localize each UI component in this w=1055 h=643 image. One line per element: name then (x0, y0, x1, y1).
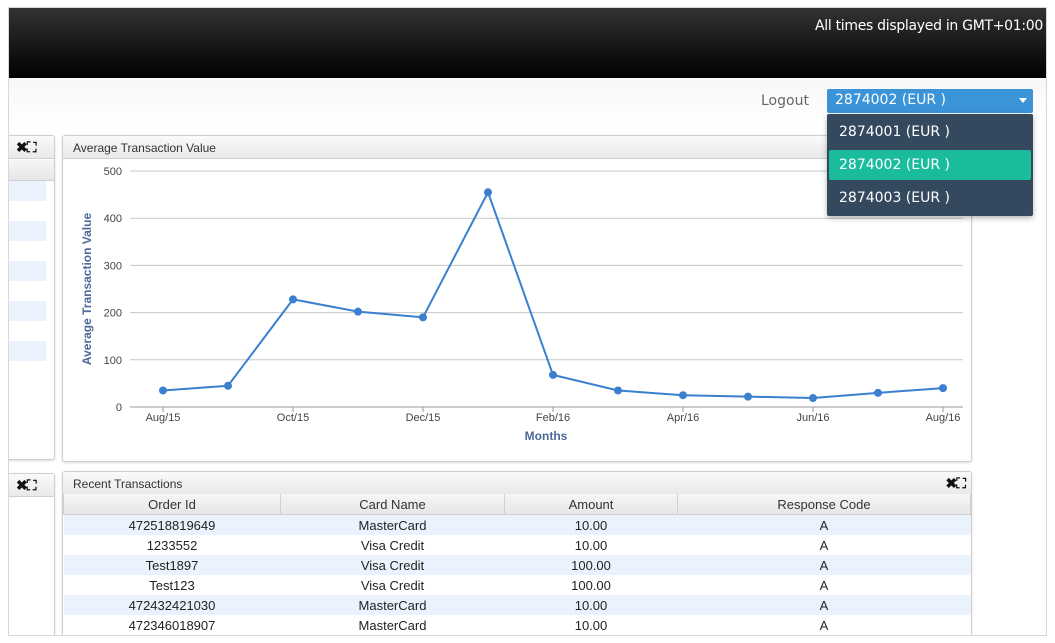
table-row[interactable]: Test1897 Visa Credit 100.00 A (63, 555, 971, 575)
x-tick-label: Aug/16 (926, 412, 961, 424)
x-tick-label: Jun/16 (796, 412, 829, 424)
table-row[interactable]: 472432421030 MasterCard 10.00 A (63, 595, 971, 615)
app-window: All times displayed in GMT+01:00 Logout … (9, 8, 1046, 635)
account-select-value: 2874002 (EUR ) (835, 92, 946, 108)
x-tick-label: Feb/16 (536, 412, 570, 424)
top-header-bar: All times displayed in GMT+01:00 (9, 8, 1046, 78)
cell-order-id: 472518819649 (63, 514, 281, 535)
left-panel-bottom-header: ✖⛶ (9, 474, 54, 497)
cell-card-name: Visa Credit (280, 575, 505, 595)
cell-response-code: A (677, 595, 971, 615)
account-option-2874001[interactable]: 2874001 (EUR ) (829, 117, 1031, 147)
table-row[interactable]: 472346018907 MasterCard 10.00 A (63, 615, 971, 635)
cell-response-code: A (677, 514, 971, 535)
column-header-order-id[interactable]: Order Id (63, 494, 281, 515)
cell-amount: 10.00 (504, 615, 678, 635)
cell-card-name: MasterCard (280, 615, 505, 635)
y-tick-label: 0 (116, 402, 122, 414)
x-tick-label: Apr/16 (667, 412, 699, 424)
account-option-2874002[interactable]: 2874002 (EUR ) (829, 150, 1031, 180)
data-point[interactable] (939, 384, 947, 393)
data-point[interactable] (679, 391, 687, 400)
left-panel-row-stripe (9, 181, 46, 201)
left-panel-row-stripe (9, 261, 46, 281)
cell-amount: 100.00 (504, 575, 678, 595)
cell-order-id: Test123 (63, 575, 281, 595)
x-tick-label: Dec/15 (406, 412, 441, 424)
left-panel-row-stripe (9, 301, 46, 321)
wrench-expand-icon[interactable]: ✖⛶ (945, 475, 966, 492)
column-header-response-code[interactable]: Response Code (677, 494, 971, 515)
left-panel-bottom: ✖⛶ (9, 473, 55, 635)
cell-amount: 100.00 (504, 555, 678, 575)
y-tick-label: 400 (104, 213, 122, 225)
transactions-panel-header: Recent Transactions ✖⛶ (63, 472, 971, 495)
cell-card-name: Visa Credit (280, 555, 505, 575)
table-row[interactable]: Test123 Visa Credit 100.00 A (63, 575, 971, 595)
data-point[interactable] (419, 313, 427, 322)
timezone-note: All times displayed in GMT+01:00 (814, 18, 1043, 34)
cell-order-id: 1233552 (63, 535, 281, 555)
cell-amount: 10.00 (504, 514, 678, 535)
data-point[interactable] (549, 370, 557, 379)
cell-order-id: 472432421030 (63, 595, 281, 615)
cell-card-name: Visa Credit (280, 535, 505, 555)
left-panel-top: ✖⛶ (9, 135, 55, 460)
data-point[interactable] (484, 188, 492, 197)
data-point[interactable] (744, 392, 752, 401)
transactions-panel-title: Recent Transactions (73, 477, 183, 491)
account-select[interactable]: 2874002 (EUR ) (827, 89, 1033, 113)
left-panel-row-stripe (9, 221, 46, 241)
cell-amount: 10.00 (504, 595, 678, 615)
data-point[interactable] (289, 295, 297, 304)
cell-response-code: A (677, 535, 971, 555)
table-header-row: Order Id Card Name Amount Response Code (63, 494, 971, 515)
column-header-card-name[interactable]: Card Name (280, 494, 505, 515)
series-line (162, 189, 944, 400)
y-axis-ticks: 0 100 200 300 400 500 (104, 166, 122, 414)
cell-order-id: Test1897 (63, 555, 281, 575)
cell-order-id: 472346018907 (63, 615, 281, 635)
x-axis-ticks: Aug/15 Oct/15 Dec/15 Feb/16 Apr/16 Jun/16 Aug/… (146, 407, 961, 424)
cell-card-name: MasterCard (280, 514, 505, 535)
recent-transactions-panel: Recent Transactions ✖⛶ Order Id Card Nam… (62, 471, 972, 635)
y-tick-label: 500 (104, 166, 122, 178)
data-point[interactable] (224, 381, 232, 390)
cell-card-name: MasterCard (280, 595, 505, 615)
data-point[interactable] (874, 388, 882, 397)
left-panel-top-column-header (9, 160, 54, 181)
left-panel-top-header: ✖⛶ (9, 136, 54, 159)
x-tick-label: Oct/15 (277, 412, 309, 424)
cell-response-code: A (677, 615, 971, 635)
y-tick-label: 300 (104, 260, 122, 272)
x-axis-title: Months (525, 429, 568, 443)
data-point[interactable] (159, 386, 167, 395)
y-axis-title: Average Transaction Value (80, 213, 94, 366)
account-dropdown-menu: 2874001 (EUR ) 2874002 (EUR ) 2874003 (E… (827, 114, 1033, 216)
series-points (159, 188, 947, 403)
data-point[interactable] (354, 307, 362, 316)
y-tick-label: 200 (104, 308, 122, 320)
account-option-2874003[interactable]: 2874003 (EUR ) (829, 183, 1031, 213)
wrench-expand-icon[interactable]: ✖⛶ (16, 477, 37, 494)
cell-response-code: A (677, 555, 971, 575)
x-tick-label: Aug/15 (146, 412, 181, 424)
y-tick-label: 100 (104, 355, 122, 367)
caret-down-icon[interactable] (1019, 98, 1027, 103)
logout-link[interactable]: Logout (761, 93, 809, 109)
left-panel-row-stripe (9, 341, 46, 361)
table-row[interactable]: 472518819649 MasterCard 10.00 A (63, 514, 971, 535)
cell-amount: 10.00 (504, 535, 678, 555)
wrench-expand-icon[interactable]: ✖⛶ (16, 139, 37, 156)
transactions-table: Order Id Card Name Amount Response Code … (63, 494, 971, 635)
data-point[interactable] (614, 386, 622, 395)
table-row[interactable]: 1233552 Visa Credit 10.00 A (63, 535, 971, 555)
chart-panel-title: Average Transaction Value (73, 141, 216, 155)
data-point[interactable] (809, 394, 817, 403)
column-header-amount[interactable]: Amount (504, 494, 678, 515)
cell-response-code: A (677, 575, 971, 595)
